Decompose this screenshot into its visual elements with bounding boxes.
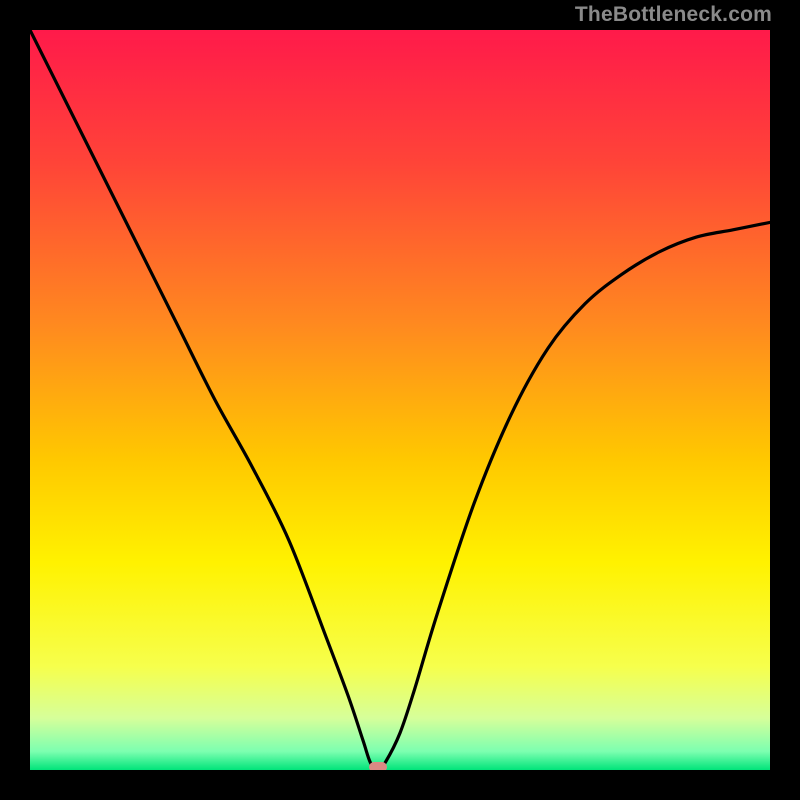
image-frame: TheBottleneck.com	[0, 0, 800, 800]
optimal-point-marker	[369, 762, 387, 770]
bottleneck-curve	[30, 30, 770, 770]
plot-area	[30, 30, 770, 770]
watermark-text: TheBottleneck.com	[575, 3, 772, 27]
